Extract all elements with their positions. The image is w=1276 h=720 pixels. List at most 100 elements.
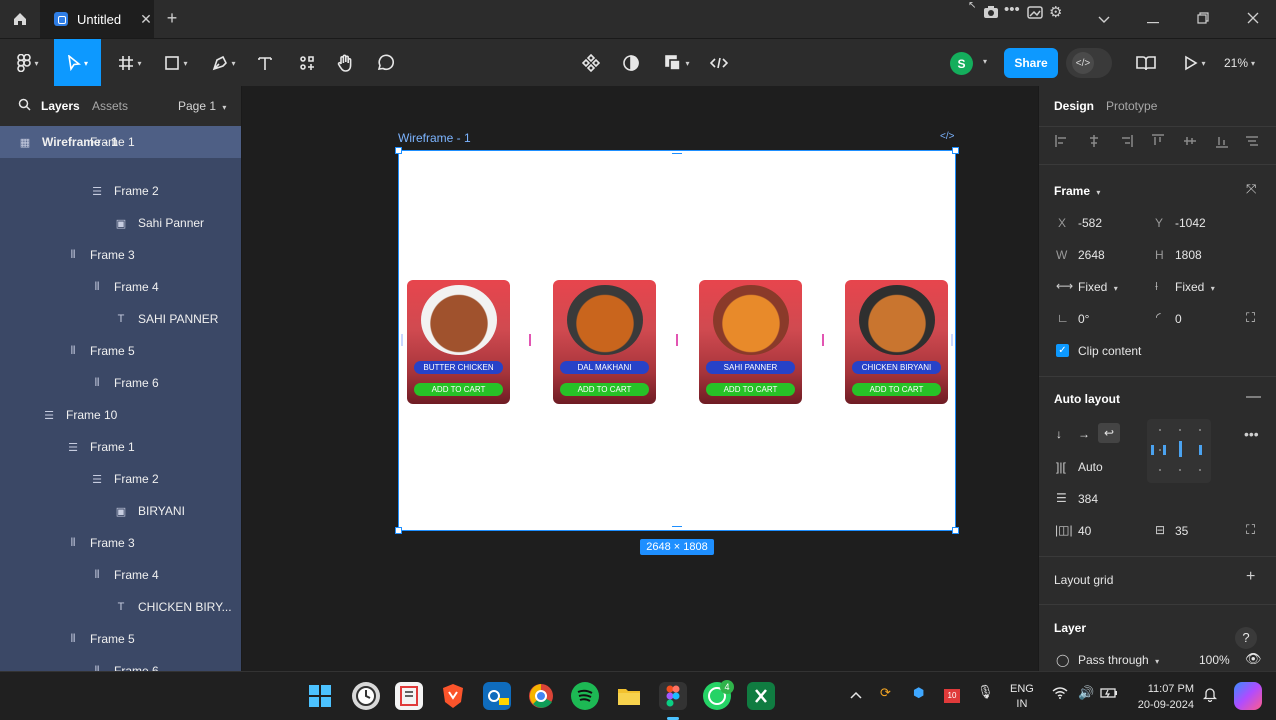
width-field[interactable]: 2648 <box>1078 248 1105 262</box>
add-to-cart-button[interactable]: ADD TO CART <box>560 383 649 396</box>
layer-row[interactable]: ▣ Sahi Panner <box>0 207 241 239</box>
corner-radius-field[interactable]: 0 <box>1175 312 1182 326</box>
user-avatar[interactable]: S <box>950 52 973 75</box>
add-to-cart-button[interactable]: ADD TO CART <box>706 383 795 396</box>
avatar-chevron-icon[interactable]: ▾ <box>983 57 987 66</box>
product-card[interactable]: DAL MAKHANI ADD TO CART <box>553 280 656 404</box>
layer-row[interactable]: T CHICKEN BIRY... <box>0 591 241 623</box>
alignment-padding-widget[interactable] <box>1147 419 1211 483</box>
brave-browser-icon[interactable] <box>439 682 467 710</box>
wrap-direction-icon[interactable]: ↩ <box>1098 423 1120 443</box>
help-button[interactable]: ? <box>1235 627 1257 649</box>
text-tool-button[interactable] <box>252 39 278 87</box>
dev-code-button[interactable] <box>706 39 732 87</box>
layer-row[interactable]: ⦀ Frame 3 <box>0 239 241 271</box>
x-field[interactable]: -582 <box>1078 216 1102 230</box>
clock[interactable]: 11:07 PM 20-09-2024 <box>1128 681 1194 713</box>
present-button[interactable]: ▾ <box>1176 39 1214 87</box>
layer-row[interactable]: T SAHI PANNER <box>0 303 241 335</box>
move-tool-button[interactable]: ▾ <box>54 39 101 87</box>
minimize-icon[interactable] <box>1143 9 1163 29</box>
remove-auto-layout-icon[interactable]: — <box>1246 388 1261 405</box>
layer-row[interactable]: ⦀ Frame 4 <box>0 559 241 591</box>
rotation-field[interactable]: 0° <box>1078 312 1089 326</box>
search-icon[interactable] <box>18 98 31 114</box>
close-window-icon[interactable] <box>1243 9 1263 29</box>
individual-padding-icon[interactable]: ⛶ <box>1246 522 1255 538</box>
opacity-field[interactable]: 100% <box>1199 653 1230 667</box>
tab-layers[interactable]: Layers <box>41 99 80 113</box>
outlook-icon[interactable] <box>483 682 511 710</box>
file-explorer-icon[interactable] <box>615 682 643 710</box>
mask-button[interactable] <box>618 39 644 87</box>
gallery-icon[interactable] <box>1027 5 1043 22</box>
layer-row[interactable]: ⦀ Frame 4 <box>0 271 241 303</box>
shape-tool-button[interactable]: ▾ <box>158 39 194 87</box>
align-horizontal-center-icon[interactable] <box>1087 134 1101 148</box>
alignment-dot[interactable] <box>1159 449 1161 451</box>
layer-row[interactable]: ☰ Frame 10 <box>0 399 241 431</box>
add-to-cart-button[interactable]: ADD TO CART <box>414 383 503 396</box>
snipping-tool-icon[interactable] <box>395 682 423 710</box>
align-vertical-center-icon[interactable] <box>1183 134 1197 148</box>
chrome-icon[interactable] <box>527 682 555 710</box>
wifi-icon[interactable] <box>1052 687 1068 702</box>
add-layout-grid-icon[interactable]: + <box>1246 568 1255 586</box>
library-button[interactable] <box>1132 39 1160 87</box>
layer-row[interactable]: ⦀ Frame 5 <box>0 335 241 367</box>
y-field[interactable]: -1042 <box>1175 216 1206 230</box>
align-bottom-icon[interactable] <box>1215 134 1229 148</box>
height-sizing-dropdown[interactable]: Fixed ▾ <box>1175 280 1215 294</box>
security-shield-icon[interactable]: ⬢ <box>913 685 924 701</box>
page-dropdown[interactable]: Page 1 ▾ <box>178 99 226 113</box>
tab-assets[interactable]: Assets <box>92 99 128 113</box>
windows-start-icon[interactable] <box>306 682 334 710</box>
copilot-icon[interactable] <box>1234 682 1262 710</box>
create-component-button[interactable] <box>578 39 604 87</box>
layer-row[interactable]: ⦀ Frame 3 <box>0 527 241 559</box>
frame-name-label[interactable]: Wireframe - 1 <box>398 131 471 145</box>
product-card[interactable]: BUTTER CHICKEN ADD TO CART <box>407 280 510 404</box>
dev-mode-toggle[interactable]: </> <box>1066 48 1112 78</box>
horizontal-padding-field[interactable]: 40 <box>1078 524 1091 538</box>
main-menu-button[interactable]: ▾ <box>10 39 46 87</box>
tab-prototype[interactable]: Prototype <box>1106 99 1157 113</box>
close-tab-icon[interactable]: ✕ <box>140 11 152 28</box>
hand-tool-button[interactable] <box>332 39 358 87</box>
width-sizing-dropdown[interactable]: Fixed ▾ <box>1078 280 1118 294</box>
resources-button[interactable] <box>294 39 320 87</box>
spacing-mode-field[interactable]: Auto <box>1078 460 1103 474</box>
layer-row[interactable]: ☰ Frame 1 <box>0 431 241 463</box>
chevron-up-icon[interactable] <box>850 687 862 702</box>
resize-to-fit-icon[interactable]: ⤧ <box>1246 181 1256 197</box>
spotify-icon[interactable] <box>571 682 599 710</box>
horizontal-direction-icon[interactable]: → <box>1078 427 1090 441</box>
calendar-tray-icon[interactable]: 10 <box>944 686 960 703</box>
chevron-down-icon[interactable] <box>1094 9 1114 29</box>
clock-app-icon[interactable] <box>352 682 380 710</box>
battery-icon[interactable] <box>1100 687 1118 702</box>
align-right-icon[interactable] <box>1119 134 1133 148</box>
add-to-cart-button[interactable]: ADD TO CART <box>852 383 941 396</box>
blend-mode-dropdown[interactable]: Pass through ▾ <box>1078 653 1159 667</box>
figma-app-icon[interactable] <box>659 682 687 710</box>
notification-bell-icon[interactable] <box>1202 686 1218 705</box>
camera-icon[interactable] <box>983 5 999 22</box>
zoom-dropdown[interactable]: 21% ▾ <box>1224 39 1255 87</box>
share-button[interactable]: Share <box>1004 48 1058 78</box>
alignment-dot[interactable] <box>1179 469 1181 471</box>
language-indicator[interactable]: ENG IN <box>1010 682 1034 712</box>
excel-icon[interactable] <box>747 682 775 710</box>
advanced-layout-icon[interactable]: ••• <box>1244 426 1259 442</box>
vertical-direction-icon[interactable]: ↓ <box>1056 427 1062 441</box>
clip-content-checkbox[interactable]: ✓ <box>1056 344 1069 357</box>
frame-section-title[interactable]: Frame ▾ <box>1054 184 1100 198</box>
new-tab-button[interactable]: + <box>162 8 182 28</box>
frame-code-icon[interactable]: </> <box>940 131 954 142</box>
wireframe-frame[interactable]: BUTTER CHICKEN ADD TO CART DAL MAKHANI ADD … <box>395 147 959 534</box>
alignment-dot[interactable] <box>1199 429 1201 431</box>
resize-handle-top-left[interactable] <box>395 147 402 154</box>
alignment-dot[interactable] <box>1199 469 1201 471</box>
microphone-icon[interactable]: 🎙 <box>977 684 994 700</box>
sync-icon[interactable]: ⟳ <box>880 685 891 701</box>
